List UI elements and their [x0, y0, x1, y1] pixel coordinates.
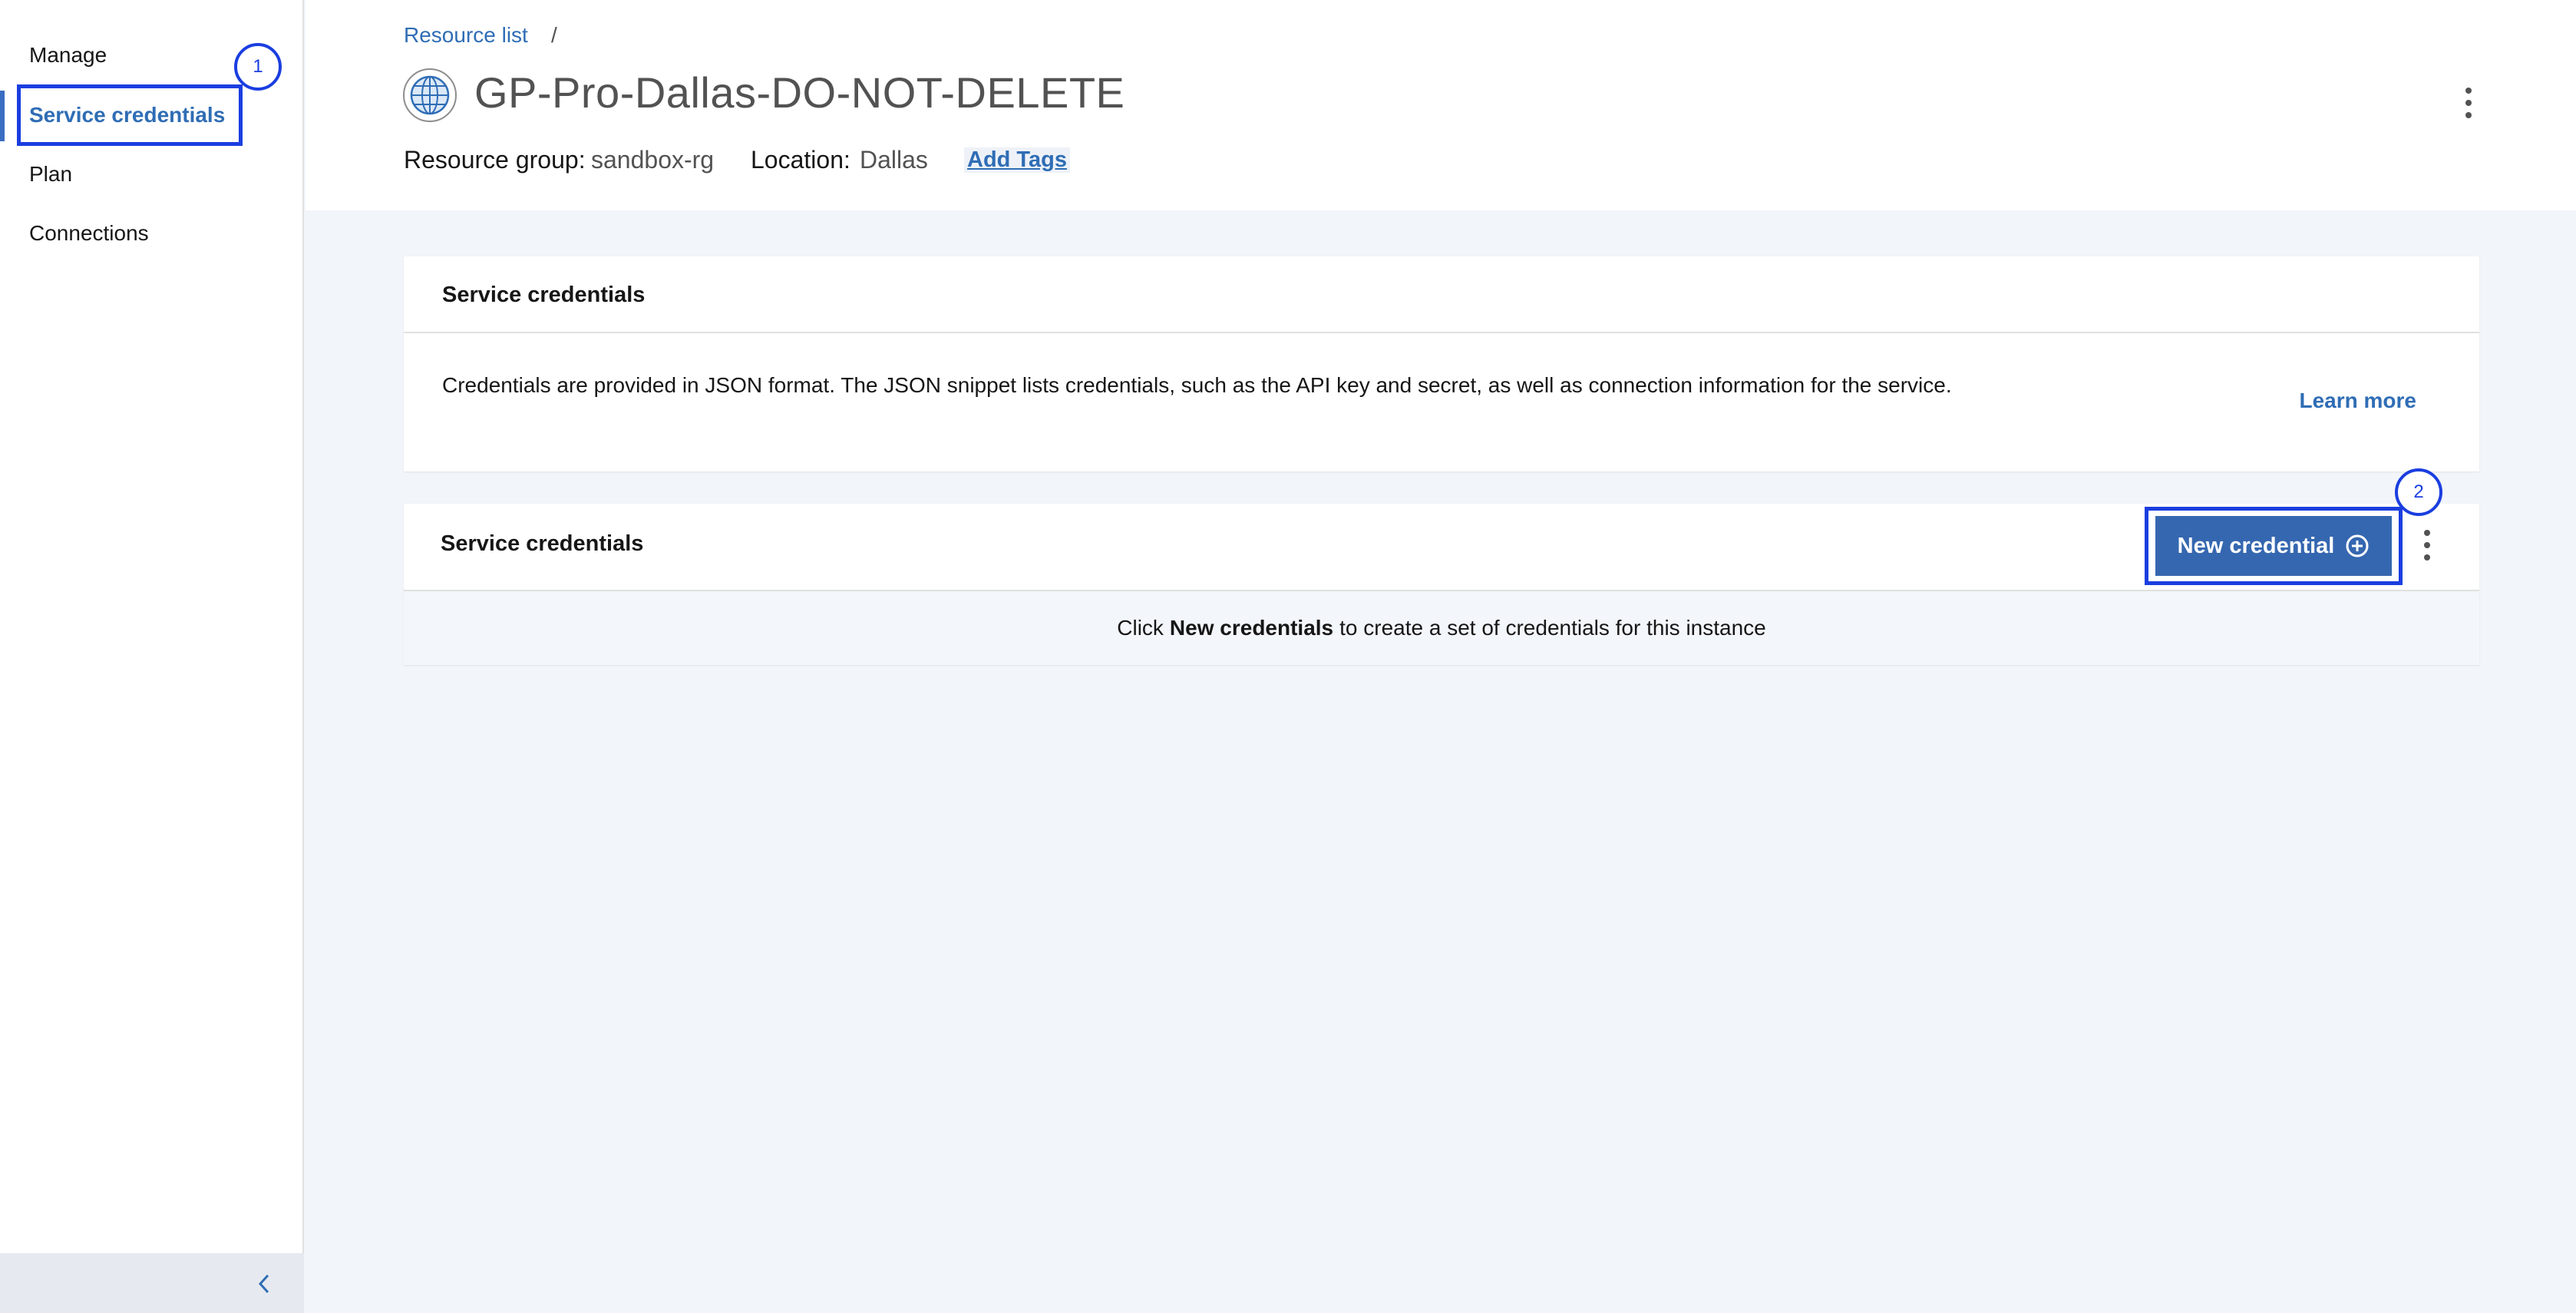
- page-header: Resource list / GP-Pro-Dallas-DO-NOT-DEL…: [305, 0, 2576, 210]
- credentials-info-card: Service credentials Credentials are prov…: [404, 256, 2479, 471]
- breadcrumb-resource-list[interactable]: Resource list: [404, 23, 528, 48]
- collapse-sidebar-button[interactable]: [249, 1268, 279, 1299]
- new-credential-label: New credential: [2177, 533, 2335, 558]
- page-title: GP-Pro-Dallas-DO-NOT-DELETE: [474, 68, 1125, 117]
- globe-icon: [403, 68, 457, 122]
- add-tags-link[interactable]: Add Tags: [964, 147, 1070, 173]
- callout-badge-2: 2: [2395, 468, 2442, 516]
- learn-more-link[interactable]: Learn more: [2300, 389, 2417, 413]
- sidebar-item-plan[interactable]: Plan: [29, 164, 72, 185]
- card-title: Service credentials: [441, 531, 644, 556]
- sidebar: Manage Service credentials Plan Connecti…: [0, 0, 304, 1313]
- sidebar-item-connections[interactable]: Connections: [29, 223, 149, 244]
- empty-state-prefix: Click: [1117, 616, 1164, 640]
- overflow-dot: [2465, 112, 2472, 118]
- chevron-left-icon: [258, 1274, 269, 1294]
- callout-badge-1: 1: [234, 43, 282, 91]
- active-nav-indicator: [0, 91, 5, 141]
- sidebar-item-service-credentials[interactable]: Service credentials: [29, 104, 225, 126]
- new-credential-button[interactable]: New credential: [2155, 516, 2392, 576]
- location-value: Dallas: [860, 146, 928, 174]
- overflow-menu-button[interactable]: [2461, 88, 2476, 118]
- resource-group-value: sandbox-rg: [591, 146, 715, 174]
- overflow-dot: [2424, 554, 2430, 561]
- breadcrumb-separator: /: [551, 23, 557, 47]
- empty-state-bold: New credentials: [1169, 616, 1334, 640]
- overflow-dot: [2465, 88, 2472, 94]
- location-label: Location:: [751, 146, 850, 174]
- sidebar-footer: [0, 1253, 304, 1313]
- overflow-dot: [2465, 100, 2472, 106]
- card-header: Service credentials: [404, 256, 2479, 333]
- resource-group-label: Resource group:: [404, 146, 586, 174]
- empty-state-message: Click New credentials to create a set of…: [404, 590, 2479, 665]
- sidebar-item-manage[interactable]: Manage: [29, 45, 107, 66]
- empty-state-suffix: to create a set of credentials for this …: [1339, 616, 1766, 640]
- overflow-dot: [2424, 542, 2430, 548]
- overflow-dot: [2424, 530, 2430, 536]
- credentials-description: Credentials are provided in JSON format.…: [442, 373, 1952, 397]
- add-circle-icon: [2346, 534, 2369, 557]
- card-title: Service credentials: [442, 283, 646, 307]
- credentials-overflow-menu-button[interactable]: [2419, 530, 2435, 561]
